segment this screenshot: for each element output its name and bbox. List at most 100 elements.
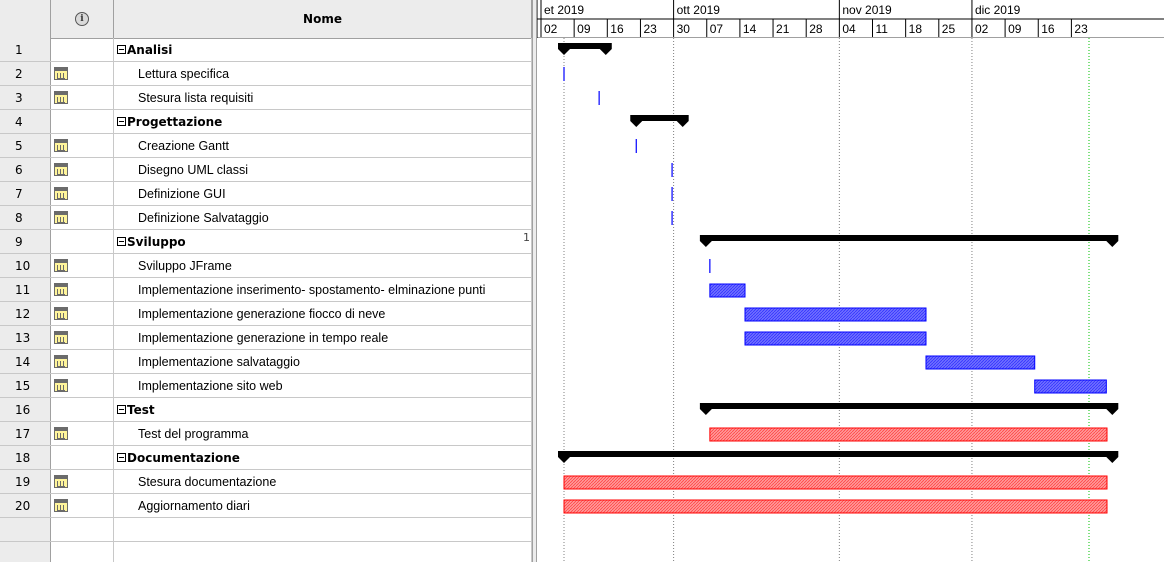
- task-name-cell[interactable]: Aggiornamento diari: [114, 494, 532, 517]
- task-name-cell[interactable]: Implementazione generazione fiocco di ne…: [114, 302, 532, 325]
- row-number[interactable]: 4: [0, 110, 51, 133]
- task-row[interactable]: 5 Creazione Gantt: [0, 134, 532, 158]
- task-row[interactable]: 3 Stesura lista requisiti: [0, 86, 532, 110]
- task-name-cell[interactable]: Implementazione salvataggio: [114, 350, 532, 373]
- task-name: Aggiornamento diari: [138, 498, 250, 513]
- column-header-indicators[interactable]: i: [51, 0, 114, 38]
- row-number[interactable]: 13: [0, 326, 51, 349]
- task-name-cell[interactable]: Sviluppo JFrame: [114, 254, 532, 277]
- collapse-icon[interactable]: [117, 117, 126, 126]
- calendar-icon: [54, 283, 68, 296]
- week-label: 25: [942, 22, 956, 36]
- collapse-icon[interactable]: [117, 453, 126, 462]
- row-number[interactable]: 16: [0, 398, 51, 421]
- task-name-cell[interactable]: Implementazione sito web: [114, 374, 532, 397]
- row-number[interactable]: 15: [0, 374, 51, 397]
- collapse-icon[interactable]: [117, 237, 126, 246]
- task-name-cell[interactable]: Creazione Gantt: [114, 134, 532, 157]
- task-name-cell[interactable]: [114, 542, 532, 562]
- row-indicator: [51, 38, 114, 61]
- task-name: Implementazione generazione in tempo rea…: [138, 330, 389, 345]
- calendar-icon: [54, 427, 68, 440]
- task-bar: [709, 283, 746, 298]
- task-name-cell[interactable]: Disegno UML classi: [114, 158, 532, 181]
- week-label: 18: [909, 22, 923, 36]
- row-number[interactable]: 8: [0, 206, 51, 229]
- task-row[interactable]: 17 Test del programma: [0, 422, 532, 446]
- month-label: dic 2019: [975, 3, 1021, 17]
- task-row[interactable]: 14 Implementazione salvataggio: [0, 350, 532, 374]
- row-number[interactable]: 2: [0, 62, 51, 85]
- column-header-id[interactable]: [0, 0, 51, 38]
- task-name-cell[interactable]: Analisi: [114, 38, 532, 61]
- task-name-cell[interactable]: Stesura lista requisiti: [114, 86, 532, 109]
- row-number[interactable]: [0, 518, 51, 541]
- row-number[interactable]: 12: [0, 302, 51, 325]
- task-row[interactable]: 6 Disegno UML classi: [0, 158, 532, 182]
- row-number[interactable]: 3: [0, 86, 51, 109]
- task-row[interactable]: 12 Implementazione generazione fiocco di …: [0, 302, 532, 326]
- row-number[interactable]: 5: [0, 134, 51, 157]
- row-number[interactable]: 1: [0, 38, 51, 61]
- collapse-icon[interactable]: [117, 405, 126, 414]
- task-row[interactable]: 18 Documentazione: [0, 446, 532, 470]
- row-number[interactable]: 6: [0, 158, 51, 181]
- summary-bar: [699, 403, 1119, 409]
- summary-bar: [558, 451, 1119, 457]
- task-row[interactable]: 11 Implementazione inserimento- spostamen…: [0, 278, 532, 302]
- task-name: Analisi: [127, 42, 173, 57]
- task-name: Test: [127, 402, 155, 417]
- summary-end-cap: [1106, 241, 1119, 247]
- task-row[interactable]: 1 Analisi: [0, 38, 532, 62]
- row-number[interactable]: 10: [0, 254, 51, 277]
- row-number[interactable]: 20: [0, 494, 51, 517]
- task-name-cell[interactable]: Test del programma: [114, 422, 532, 445]
- row-number[interactable]: 11: [0, 278, 51, 301]
- task-name: Implementazione inserimento- spostamento…: [138, 282, 486, 297]
- task-name-cell[interactable]: Definizione Salvataggio: [114, 206, 532, 229]
- task-row[interactable]: 10 Sviluppo JFrame: [0, 254, 532, 278]
- task-name: Stesura lista requisiti: [138, 90, 254, 105]
- task-name-cell[interactable]: Lettura specifica: [114, 62, 532, 85]
- task-row[interactable]: 13 Implementazione generazione in tempo r…: [0, 326, 532, 350]
- summary-end-cap: [599, 49, 612, 55]
- row-number[interactable]: 18: [0, 446, 51, 469]
- task-row[interactable]: 7 Definizione GUI: [0, 182, 532, 206]
- task-name-cell[interactable]: Implementazione generazione in tempo rea…: [114, 326, 532, 349]
- row-indicator: [51, 302, 114, 325]
- week-label: 09: [577, 22, 591, 36]
- task-row[interactable]: 19 Stesura documentazione: [0, 470, 532, 494]
- task-name-cell[interactable]: Definizione GUI: [114, 182, 532, 205]
- row-indicator: [51, 206, 114, 229]
- task-name-cell[interactable]: Documentazione: [114, 446, 532, 469]
- row-number[interactable]: 7: [0, 182, 51, 205]
- row-number[interactable]: 9: [0, 230, 51, 253]
- task-name-cell[interactable]: Sviluppo: [114, 230, 532, 253]
- empty-row[interactable]: [0, 518, 532, 542]
- task-row[interactable]: 15 Implementazione sito web: [0, 374, 532, 398]
- task-row[interactable]: 8 Definizione Salvataggio: [0, 206, 532, 230]
- task-name-cell[interactable]: Implementazione inserimento- spostamento…: [114, 278, 532, 301]
- collapse-icon[interactable]: [117, 45, 126, 54]
- gantt-chart: 02 09 16 23 30 07 14 21 28 04 11 18 25 02 09 16 23 et 201…: [537, 0, 1164, 562]
- task-name: Sviluppo: [127, 234, 186, 249]
- row-number[interactable]: [0, 542, 51, 562]
- task-name-cell[interactable]: Stesura documentazione: [114, 470, 532, 493]
- task-row[interactable]: 9 Sviluppo: [0, 230, 532, 254]
- summary-start-cap: [558, 49, 570, 55]
- row-number[interactable]: 14: [0, 350, 51, 373]
- grid-header: i Nome: [0, 0, 532, 39]
- task-row[interactable]: 16 Test: [0, 398, 532, 422]
- task-name-cell[interactable]: Test: [114, 398, 532, 421]
- calendar-icon: [54, 163, 68, 176]
- task-row[interactable]: 4 Progettazione: [0, 110, 532, 134]
- column-header-name[interactable]: Nome: [114, 0, 532, 38]
- task-row[interactable]: 20 Aggiornamento diari: [0, 494, 532, 518]
- task-row[interactable]: 2 Lettura specifica: [0, 62, 532, 86]
- row-number[interactable]: 19: [0, 470, 51, 493]
- empty-row[interactable]: [0, 542, 532, 562]
- task-name: Implementazione generazione fiocco di ne…: [138, 306, 386, 321]
- task-name-cell[interactable]: [114, 518, 532, 541]
- task-name-cell[interactable]: Progettazione: [114, 110, 532, 133]
- row-number[interactable]: 17: [0, 422, 51, 445]
